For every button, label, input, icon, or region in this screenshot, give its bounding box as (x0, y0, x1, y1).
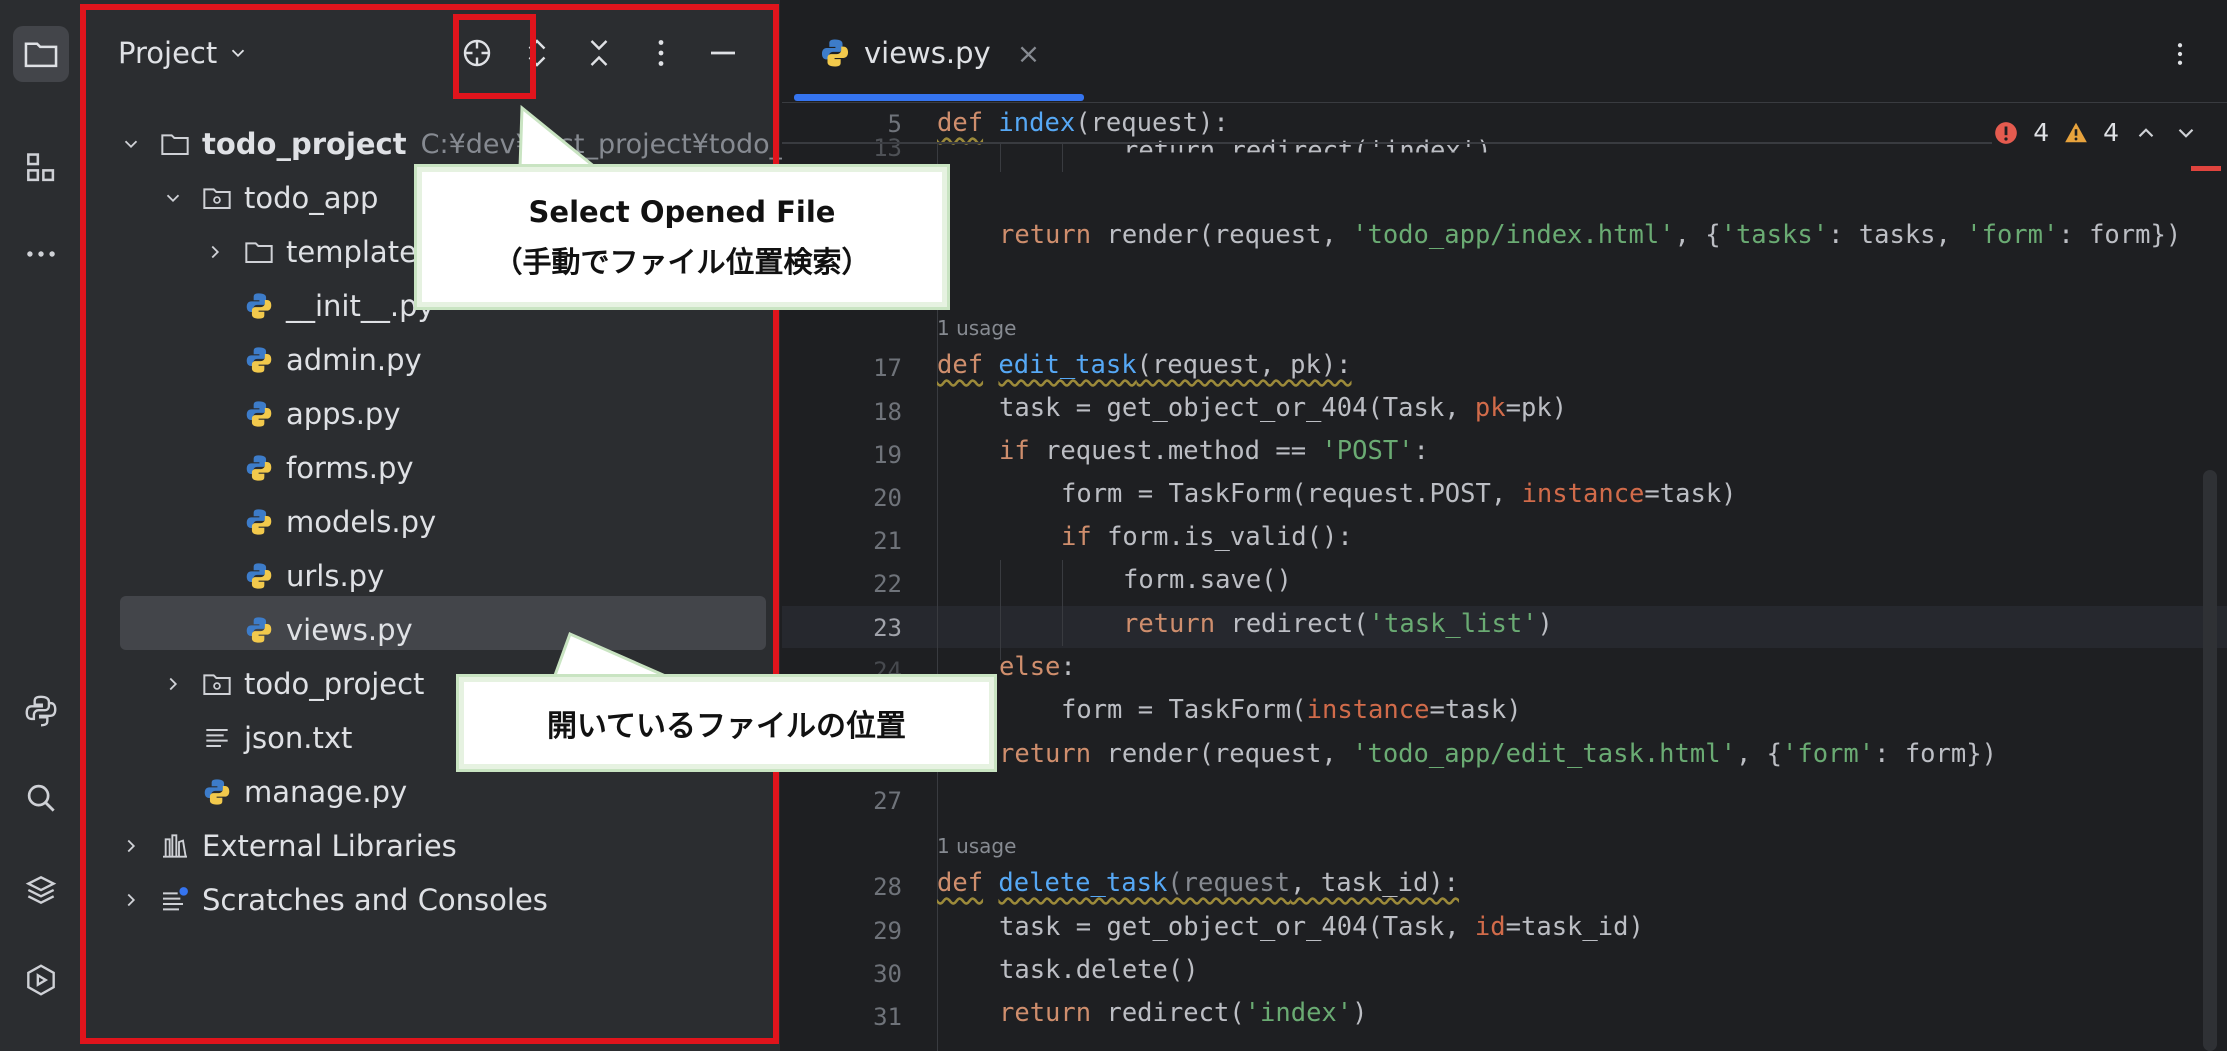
error-stripe-marker[interactable] (2191, 166, 2221, 171)
inspection-widget[interactable]: 4 4 (1993, 118, 2199, 147)
tab-views-py[interactable]: views.py × (818, 36, 1040, 70)
warning-count: 4 (2103, 118, 2119, 147)
line-number: 29 (873, 917, 902, 945)
search-tool-button[interactable] (13, 770, 69, 826)
code-line-21: if form.is_valid(): (1061, 522, 1353, 552)
structure-icon (27, 153, 55, 182)
code-line-29: task = get_object_or_404(Task, id=task_i… (999, 912, 1644, 942)
structure-tool-button[interactable] (13, 140, 69, 196)
activity-bar (0, 0, 83, 1051)
error-icon (1995, 121, 2018, 144)
chevron-down-icon[interactable] (2173, 120, 2199, 146)
indent-guide (1000, 144, 1001, 172)
python-icon (25, 695, 57, 727)
code-line-26: return render(request, 'todo_app/edit_ta… (999, 739, 1997, 769)
usage-hint[interactable]: 1 usage (937, 834, 1016, 858)
vertical-scrollbar[interactable] (2203, 470, 2217, 1051)
tab-label: views.py (864, 36, 991, 70)
tab-close-button[interactable]: × (1017, 37, 1040, 70)
project-panel-highlight-box (80, 4, 779, 1044)
indent-guide (1000, 560, 1001, 660)
code-line-28: def delete_task(request, task_id): (937, 868, 1460, 898)
line-number: 30 (873, 960, 902, 988)
layers-icon (25, 876, 57, 904)
code-line-23: return redirect('task_list') (1123, 609, 1553, 639)
line-number: 21 (873, 527, 902, 555)
sticky-lines-divider (782, 142, 1992, 144)
line-number: 28 (873, 873, 902, 901)
callout-pointer (516, 104, 601, 170)
indent-guide (1062, 560, 1063, 646)
code-line-render-index: return render(request, 'todo_app/index.h… (999, 220, 2182, 250)
code-line-25: form = TaskForm(instance=task) (1061, 695, 1522, 725)
active-tab-indicator (794, 94, 1084, 101)
project-tool-button[interactable] (13, 26, 69, 82)
callout-file-position: 開いているファイルの位置 (456, 674, 997, 772)
line-number: 19 (873, 441, 902, 469)
indent-guide (1062, 144, 1063, 172)
code-line-18: task = get_object_or_404(Task, pk=pk) (999, 393, 1568, 423)
python-file-icon (818, 36, 852, 70)
line-number: 31 (873, 1003, 902, 1031)
editor-tab-bar: views.py × (782, 0, 2227, 103)
callout-pointer (548, 631, 676, 680)
code-line-sticky: def index(request): (937, 108, 1229, 138)
line-number: 17 (873, 354, 902, 382)
line-number: 27 (873, 787, 902, 815)
line-number: 18 (873, 398, 902, 426)
callout-text: 開いているファイルの位置 (546, 709, 907, 744)
code-line-19: if request.method == 'POST': (999, 436, 1429, 466)
warning-icon (2065, 122, 2087, 142)
code-line-22: form.save() (1123, 565, 1292, 595)
callout-select-opened-file: Select Opened File （手動でファイル位置検索） (414, 164, 950, 310)
callout-title: Select Opened File (528, 195, 836, 229)
python-console-button[interactable] (13, 683, 69, 739)
code-line-13: return redirect('index') (1123, 136, 1492, 166)
ide-window: Project todo_project C:¥dev¥test_project… (0, 0, 2227, 1051)
code-line-31: return redirect('index') (999, 998, 1368, 1028)
search-icon (27, 784, 55, 812)
error-count: 4 (2033, 118, 2050, 147)
editor-area: views.py × 5 13 17 18 19 20 21 22 23 24 … (782, 0, 2227, 1051)
select-opened-file-highlight-box (453, 14, 536, 99)
callout-subtitle: （手動でファイル位置検索） (493, 245, 871, 279)
line-number: 13 (873, 134, 902, 162)
code-line-17: def edit_task(request, pk): (937, 350, 1352, 380)
code-line-24: else: (999, 652, 1076, 682)
code-line-20: form = TaskForm(request.POST, instance=t… (1061, 479, 1737, 509)
chevron-up-icon[interactable] (2133, 120, 2159, 146)
code-line-30: task.delete() (999, 955, 1199, 985)
line-number-current: 23 (873, 614, 902, 642)
layers-tool-button[interactable] (13, 862, 69, 918)
services-tool-button[interactable] (13, 952, 69, 1008)
more-vertical-icon[interactable] (2165, 34, 2195, 74)
run-services-icon (27, 964, 55, 996)
line-number: 22 (873, 570, 902, 598)
more-tools-button[interactable] (13, 226, 69, 282)
usage-hint[interactable]: 1 usage (937, 316, 1016, 340)
more-horizontal-icon (27, 251, 55, 257)
line-number: 20 (873, 484, 902, 512)
folder-icon (24, 42, 58, 68)
